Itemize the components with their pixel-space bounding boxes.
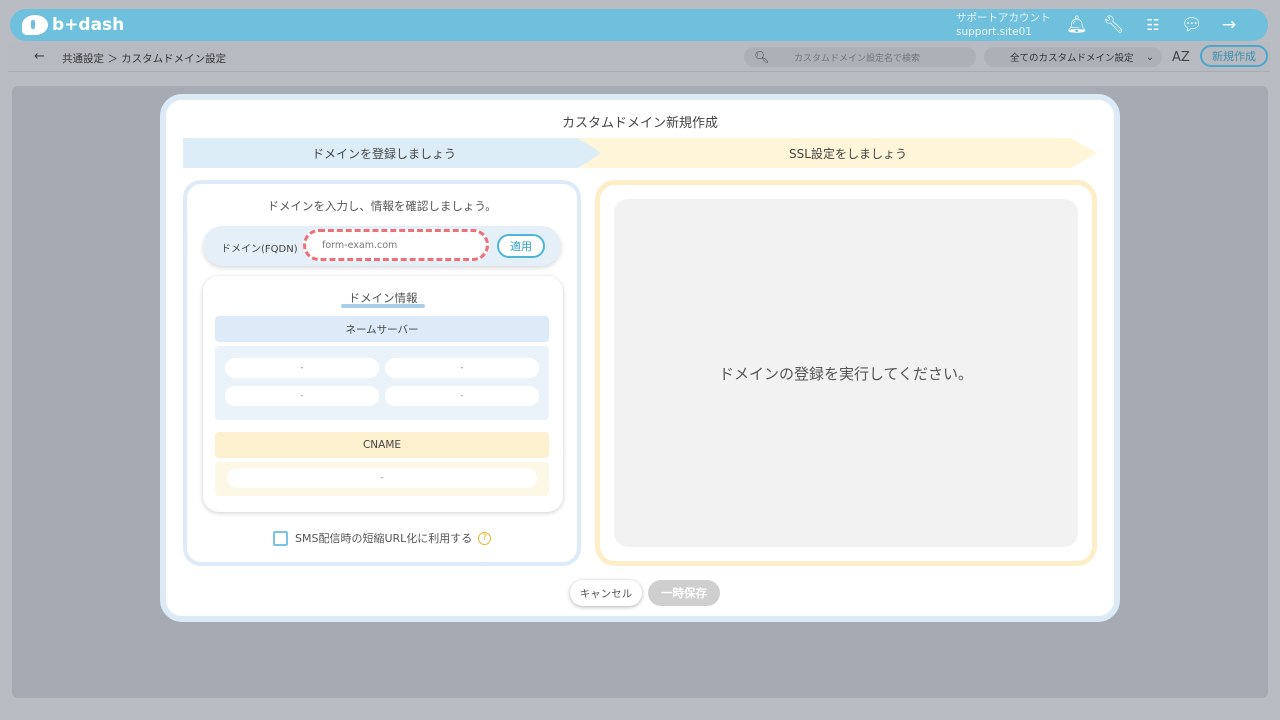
ssl-placeholder-message: ドメインの登録を実行してください。 (718, 364, 974, 383)
cancel-button[interactable]: キャンセル (570, 580, 642, 606)
search-input[interactable]: カスタムドメイン設定名で検索 (794, 51, 920, 64)
wrench-icon[interactable]: 🔧︎ (1103, 15, 1125, 35)
domain-input-row: ドメイン(FQDN) 適用 (203, 226, 561, 266)
cname-body: - (215, 462, 549, 496)
step-domain-registration: ドメインを登録しましょう (183, 138, 603, 168)
step-indicator: ドメインを登録しましょう SSL設定をしましょう (183, 138, 1097, 168)
search-icon: 🔍︎ (754, 50, 770, 64)
sms-option-row: SMS配信時の短縮URL化に利用する ? (273, 530, 492, 546)
search-box[interactable]: 🔍︎ カスタムドメイン設定名で検索 (744, 47, 976, 67)
nameserver-field: - (225, 358, 379, 378)
grid-icon[interactable]: ☷ (1143, 15, 1163, 35)
account-name: サポートアカウント (956, 12, 1051, 24)
domain-info-title: ドメイン情報 (348, 291, 418, 305)
cname-field: - (227, 468, 537, 488)
domain-panel: ドメインを入力し、情報を確認しましょう。 ドメイン(FQDN) 適用 ドメイン情… (183, 180, 581, 566)
custom-domain-modal: カスタムドメイン新規作成 ドメインを登録しましょう SSL設定をしましょう ドメ… (160, 94, 1120, 622)
nameserver-field: - (225, 386, 379, 406)
back-arrow-icon[interactable]: ← (34, 49, 45, 64)
domain-info-card: ドメイン情報 ネームサーバー - - - - CNAME - (203, 276, 563, 512)
new-create-button[interactable]: 新規作成 (1200, 45, 1268, 67)
filter-selected-value: 全てのカスタムドメイン設定 (1010, 53, 1134, 64)
nameserver-field: - (385, 386, 539, 406)
ssl-panel: ドメインの登録を実行してください。 (595, 180, 1097, 566)
nameserver-list: - - - - (215, 346, 549, 420)
nameserver-field: - (385, 358, 539, 378)
sms-shorten-checkbox[interactable] (273, 530, 288, 546)
domain-instruction: ドメインを入力し、情報を確認しましょう。 (267, 199, 497, 213)
apply-button[interactable]: 適用 (497, 234, 545, 258)
domain-label: ドメイン(FQDN) (221, 244, 298, 255)
nameserver-header: ネームサーバー (215, 316, 549, 342)
sms-shorten-label[interactable]: SMS配信時の短縮URL化に利用する (295, 530, 472, 546)
logo-text: b+dash (52, 15, 125, 35)
account-info[interactable]: サポートアカウント support.site01 (956, 11, 1051, 39)
filter-select[interactable]: 全てのカスタムドメイン設定 ⌄ (984, 47, 1162, 67)
help-icon[interactable]: ? (478, 531, 492, 545)
app-header: b+dash サポートアカウント support.site01 🔔︎ 🔧︎ ☷ … (10, 9, 1268, 41)
logo-icon (22, 15, 48, 35)
chat-icon[interactable]: 💬︎ (1181, 15, 1203, 35)
logo[interactable]: b+dash (22, 15, 124, 35)
step-ssl-settings: SSL設定をしましょう (579, 138, 1097, 168)
chevron-down-icon: ⌄ (1146, 51, 1154, 63)
sort-az-button[interactable]: AZ (1172, 50, 1190, 65)
ssl-placeholder: ドメインの登録を実行してください。 (614, 199, 1078, 547)
cname-header: CNAME (215, 432, 549, 458)
sub-toolbar: ← 共通設定 ＞ カスタムドメイン設定 🔍︎ カスタムドメイン設定名で検索 全て… (8, 42, 1270, 72)
logout-icon[interactable]: → (1219, 15, 1239, 35)
domain-fqdn-input[interactable] (303, 229, 489, 261)
modal-title: カスタムドメイン新規作成 (561, 116, 718, 131)
bell-icon[interactable]: 🔔︎ (1066, 15, 1088, 35)
account-id: support.site01 (956, 26, 1032, 38)
temp-save-button[interactable]: 一時保存 (648, 580, 720, 606)
breadcrumb: 共通設定 ＞ カスタムドメイン設定 (62, 53, 227, 65)
